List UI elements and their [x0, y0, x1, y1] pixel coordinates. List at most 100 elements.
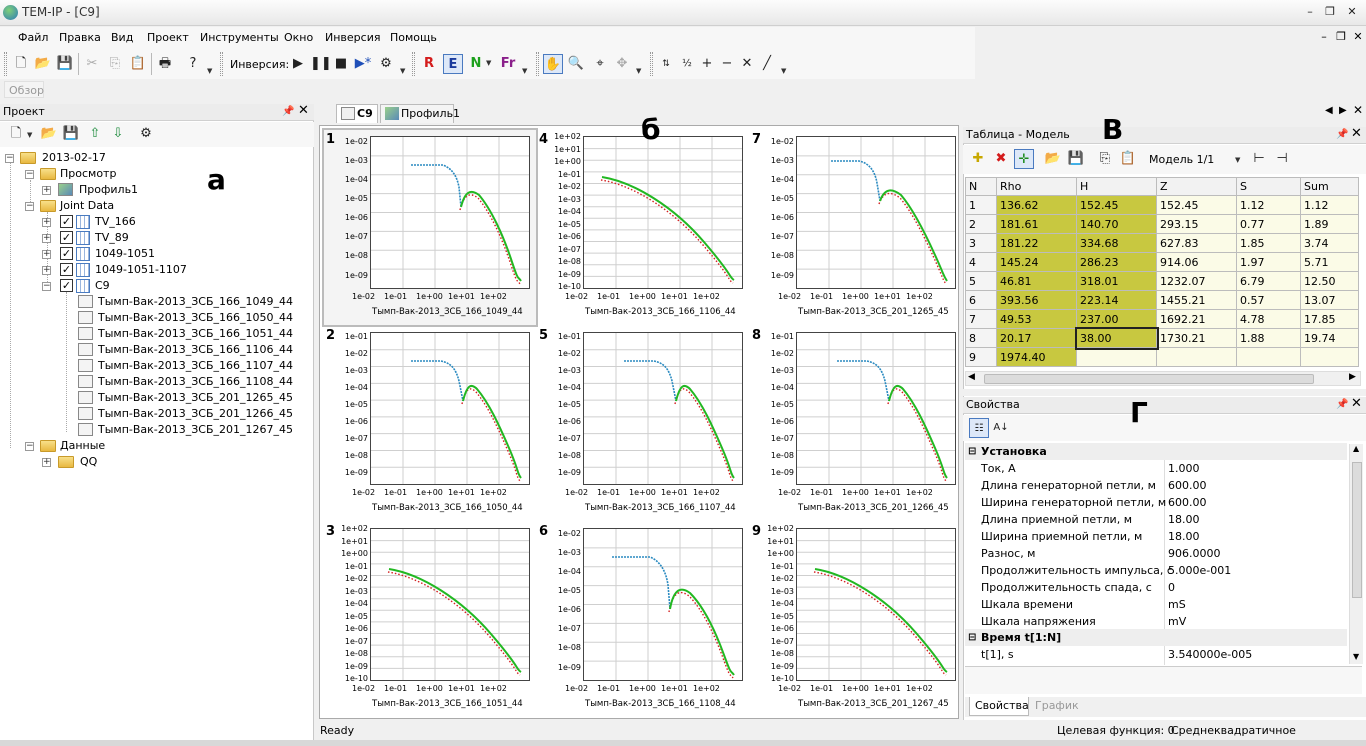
toolbar-dropdown-icon[interactable]: ▼ [522, 67, 530, 75]
scroll-left-icon[interactable]: ◀ [968, 372, 975, 382]
table-row[interactable]: 9 1974.40 [965, 347, 1359, 367]
table-cell[interactable]: 0.77 [1236, 214, 1301, 234]
project-settings-icon[interactable]: ⚙ [136, 124, 156, 144]
toolbar-dropdown-icon[interactable]: ▼ [781, 67, 789, 75]
tab-c9[interactable]: C9 [336, 104, 378, 123]
table-cell[interactable]: 1.88 [1236, 328, 1301, 348]
table-cell[interactable]: 627.83 [1156, 233, 1237, 253]
column-header[interactable]: Rho [996, 177, 1077, 196]
menu-inversion[interactable]: Инверсия [325, 31, 380, 44]
tree-item-curve[interactable]: Тымп-Вак-2013_ЗСБ_201_1265_45 [98, 391, 293, 404]
menu-edit[interactable]: Правка [59, 31, 101, 44]
close-pane-icon[interactable]: ✕ [1351, 126, 1362, 142]
table-cell[interactable]: 5 [965, 271, 997, 291]
table-horizontal-scrollbar[interactable]: ◀ ▶ [965, 371, 1361, 386]
table-cell[interactable] [1300, 347, 1359, 367]
tree-item-c9[interactable]: C9 [95, 279, 110, 292]
model-select[interactable]: Модель 1/1 [1149, 153, 1214, 166]
table-cell[interactable]: 393.56 [996, 290, 1077, 310]
tree-item-curve[interactable]: Тымп-Вак-2013_ЗСБ_166_1106_44 [98, 343, 293, 356]
open-model-icon[interactable]: 📂 [1043, 149, 1063, 169]
table-cell[interactable]: 914.06 [1156, 252, 1237, 272]
table-cell[interactable]: 8 [965, 328, 997, 348]
table-cell[interactable]: 181.22 [996, 233, 1077, 253]
fr-mode-button[interactable]: Fr [498, 54, 518, 74]
column-header[interactable]: N [965, 177, 997, 196]
table-cell[interactable]: 7 [965, 309, 997, 329]
tree-toggle[interactable]: + [42, 218, 51, 227]
property-row[interactable]: Шкала времени mS [965, 596, 1347, 613]
table-cell[interactable]: 20.17 [996, 328, 1077, 348]
tree-item-qq[interactable]: QQ [80, 455, 97, 468]
tree-item-curve[interactable]: Тымп-Вак-2013_ЗСБ_166_1050_44 [98, 311, 293, 324]
cut-icon[interactable]: ✂ [82, 54, 102, 74]
tree-item-curve[interactable]: Тымп-Вак-2013_ЗСБ_166_1107_44 [98, 359, 293, 372]
table-row[interactable]: 6 393.56 223.14 1455.21 0.57 13.07 [965, 290, 1359, 310]
add-point-icon[interactable]: + [697, 54, 717, 74]
tree-item-preview[interactable]: Просмотр [60, 167, 116, 180]
table-cell[interactable]: 286.23 [1076, 252, 1157, 272]
toolbar-grip[interactable] [536, 52, 539, 76]
table-cell[interactable]: 1 [965, 195, 997, 215]
paste-icon[interactable]: 📋 [128, 54, 148, 74]
tree-toggle[interactable]: − [42, 282, 51, 291]
tree-toggle[interactable]: − [25, 202, 34, 211]
property-row[interactable]: Шкала напряжения mV [965, 613, 1347, 630]
property-value[interactable]: 0 [1168, 579, 1175, 596]
mdi-minimize-button[interactable]: – [1316, 29, 1332, 45]
table-cell[interactable]: 0.57 [1236, 290, 1301, 310]
tree-toggle[interactable]: + [42, 250, 51, 259]
checkbox-checked[interactable]: ✓ [60, 215, 73, 228]
tab-scroll-right-icon[interactable]: ▶ [1339, 105, 1347, 116]
toolbar-grip[interactable] [220, 52, 223, 76]
toolbar-grip[interactable] [412, 52, 415, 76]
copy-icon[interactable]: ⎘ [105, 54, 125, 74]
property-value[interactable]: 906.0000 [1168, 545, 1221, 562]
sort-icon[interactable]: ⇅ [656, 54, 676, 74]
property-value[interactable]: 600.00 [1168, 477, 1207, 494]
tree-item-data[interactable]: Данные [60, 439, 105, 452]
tree-item-joint-data[interactable]: Joint Data [60, 199, 114, 212]
checkbox-checked[interactable]: ✓ [60, 231, 73, 244]
tree-toggle[interactable]: + [42, 458, 51, 467]
scrollbar-thumb[interactable] [1352, 462, 1362, 598]
tree-toggle[interactable]: − [25, 442, 34, 451]
checkbox-checked[interactable]: ✓ [60, 263, 73, 276]
menu-view[interactable]: Вид [111, 31, 133, 44]
plot-canvas[interactable] [583, 332, 743, 485]
pan-hand-icon[interactable]: ✋ [543, 54, 563, 74]
new-dropdown-icon[interactable]: ▼ [27, 131, 35, 139]
close-pane-icon[interactable]: ✕ [298, 103, 309, 119]
toolbar-grip[interactable] [4, 52, 7, 76]
tree-toggle[interactable]: − [5, 154, 14, 163]
menu-project[interactable]: Проект [147, 31, 189, 44]
table-cell[interactable]: 1.89 [1300, 214, 1359, 234]
tree-item-1049-1051-1107[interactable]: 1049-1051-1107 [95, 263, 187, 276]
table-cell[interactable]: 2 [965, 214, 997, 234]
table-row[interactable]: 5 46.81 318.01 1232.07 6.79 12.50 [965, 271, 1359, 291]
plot-canvas[interactable] [370, 332, 530, 485]
table-cell[interactable]: 1.12 [1300, 195, 1359, 215]
close-tab-icon[interactable]: ✕ [1353, 103, 1363, 117]
table-cell[interactable]: 223.14 [1076, 290, 1157, 310]
column-header[interactable]: Z [1156, 177, 1237, 196]
move-icon[interactable]: ✥ [612, 54, 632, 74]
stop-icon[interactable]: ■ [331, 54, 351, 74]
tree-item-curve[interactable]: Тымп-Вак-2013_ЗСБ_201_1267_45 [98, 423, 293, 436]
open-folder-icon[interactable]: 📂 [33, 54, 53, 74]
n-mode-button[interactable]: N [466, 54, 486, 74]
tree-item-curve[interactable]: Тымп-Вак-2013_ЗСБ_166_1049_44 [98, 295, 293, 308]
sounding-plot[interactable]: 6 1e-02 1e-03 1e-04 1e-05 1e-06 1e-07 1e-08 1e-0… [537, 522, 749, 717]
plot-canvas[interactable] [796, 136, 956, 289]
property-section[interactable]: ⊟ Время t[1:N] [965, 629, 1347, 646]
paste-model-icon[interactable]: 📋 [1118, 149, 1138, 169]
property-row[interactable]: t[1], s 3.540000e-005 [965, 646, 1347, 663]
remove-point-icon[interactable]: − [717, 54, 737, 74]
tree-item-profile1[interactable]: Профиль1 [79, 183, 138, 196]
sounding-plot[interactable]: 8 1e-01 1e-02 1e-03 1e-04 1e-05 1e-06 1e-07 1e-0… [750, 326, 962, 521]
sort-alpha-icon[interactable]: A↓ [991, 418, 1011, 438]
properties-vertical-scrollbar[interactable]: ▲ ▼ [1349, 444, 1363, 664]
toolbar-dropdown-icon[interactable]: ▼ [636, 67, 644, 75]
property-value[interactable]: mS [1168, 596, 1186, 613]
tab-properties[interactable]: Свойства [969, 697, 1029, 716]
